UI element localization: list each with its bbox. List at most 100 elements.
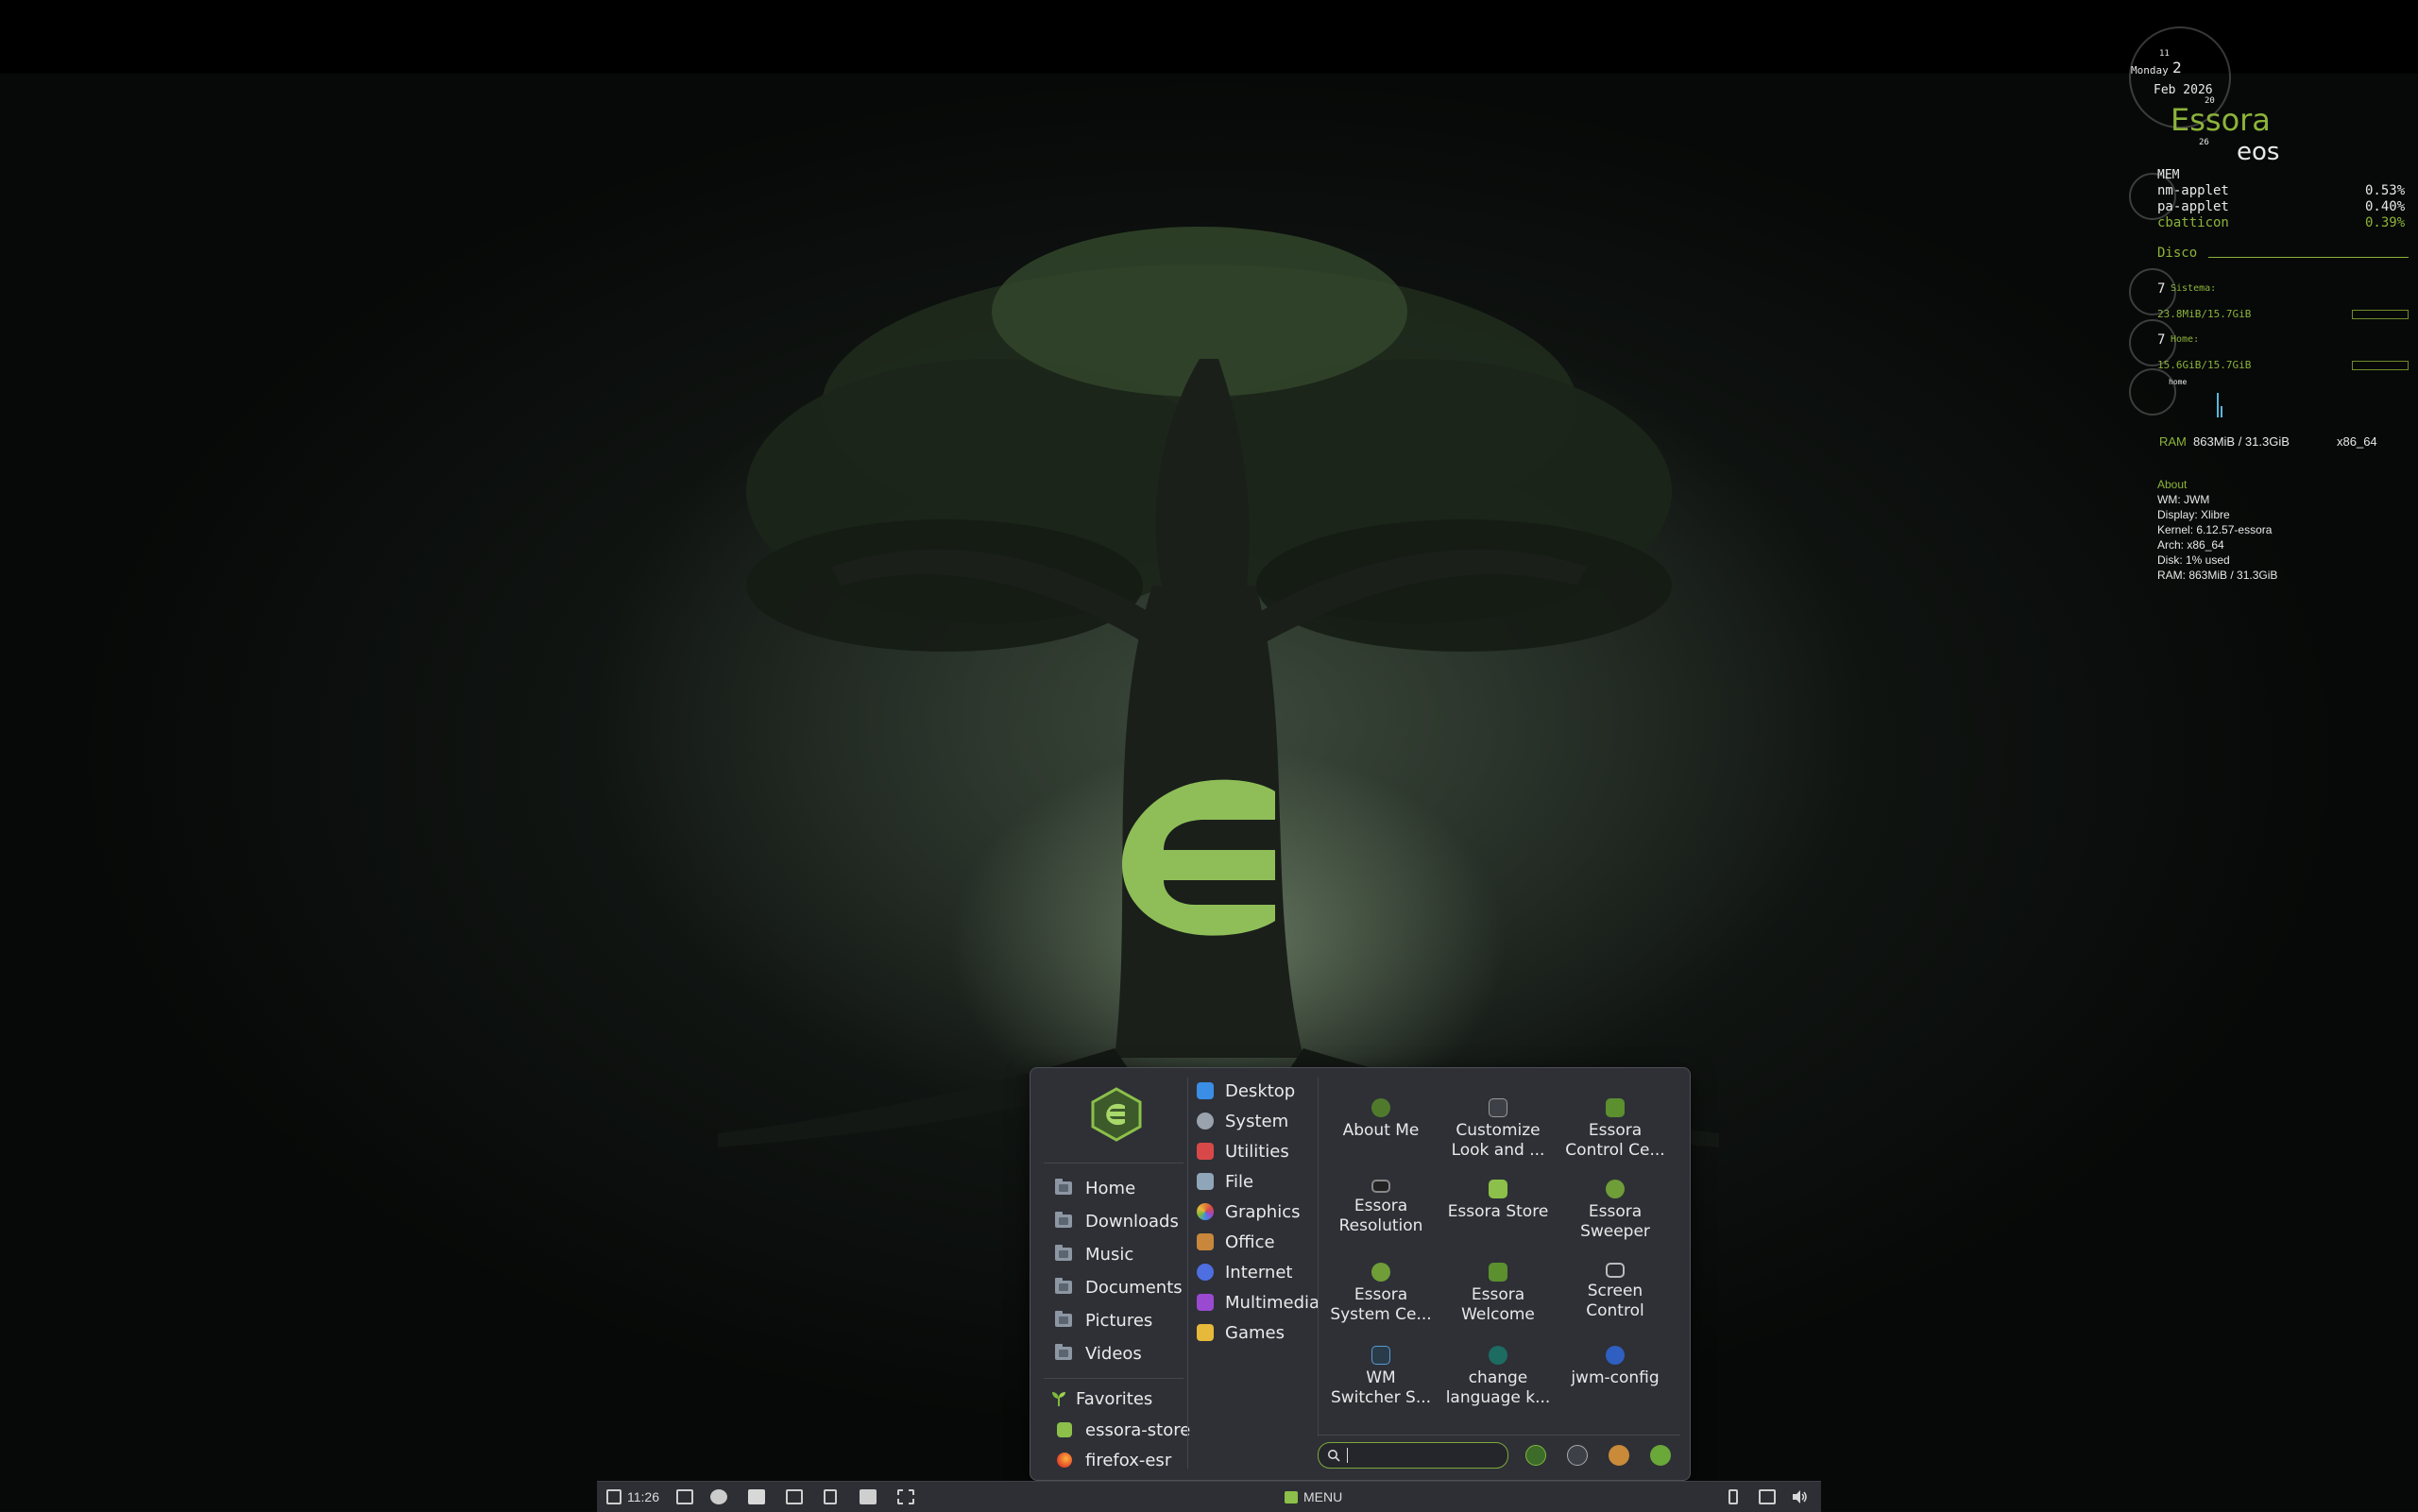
browser-icon xyxy=(710,1489,727,1504)
application-menu: Home Downloads Music Documents Pictures … xyxy=(1030,1067,1691,1481)
terminal-launcher[interactable] xyxy=(786,1486,803,1508)
app-about-me[interactable]: About Me xyxy=(1325,1098,1437,1141)
search-icon xyxy=(1328,1450,1340,1462)
app-essora-system-center[interactable]: Essora System Ce... xyxy=(1325,1263,1437,1325)
app-label: Customize xyxy=(1456,1121,1541,1140)
column-divider xyxy=(1187,1078,1188,1469)
app-customize-look[interactable]: Customize Look and ... xyxy=(1442,1098,1554,1161)
sistema-bar xyxy=(2352,310,2409,319)
volume-tray[interactable] xyxy=(1791,1486,1808,1508)
logout-shortcut-button[interactable] xyxy=(1650,1445,1671,1466)
menu-button[interactable]: MENU xyxy=(1285,1486,1342,1508)
calendar-clock-button[interactable]: 11:26 xyxy=(606,1486,659,1508)
process-name: cbatticon xyxy=(2157,215,2229,230)
terminal-icon xyxy=(786,1489,803,1504)
place-label: Downloads xyxy=(1085,1211,1179,1232)
terminal-shortcut-button[interactable] xyxy=(1525,1445,1546,1466)
internet-category-icon xyxy=(1197,1264,1214,1281)
favorites-divider xyxy=(1044,1378,1183,1379)
favorite-label: essora-store xyxy=(1085,1419,1191,1440)
app-label: Essora xyxy=(1588,1202,1643,1221)
favorite-firefox-esr[interactable]: firefox-esr xyxy=(1057,1447,1171,1473)
category-internet[interactable]: Internet xyxy=(1197,1259,1292,1285)
search-divider xyxy=(1318,1435,1680,1436)
favorites-header: Favorites xyxy=(1049,1385,1152,1412)
app-label: Essora Store xyxy=(1447,1202,1549,1221)
show-desktop-button[interactable] xyxy=(676,1486,693,1508)
folder-icon xyxy=(748,1489,765,1504)
sistema-value: 23.8MiB/15.7GiB xyxy=(2157,308,2252,320)
category-label: Multimedia xyxy=(1225,1292,1320,1313)
package-icon xyxy=(860,1489,877,1504)
favorite-label: firefox-esr xyxy=(1085,1450,1172,1470)
app-essora-sweeper[interactable]: Essora Sweeper xyxy=(1559,1180,1671,1242)
category-file[interactable]: File xyxy=(1197,1168,1253,1195)
app-label: WM xyxy=(1366,1368,1396,1387)
settings-shortcut-button[interactable] xyxy=(1567,1445,1588,1466)
run-launcher[interactable] xyxy=(897,1486,914,1508)
app-label: Resolution xyxy=(1338,1216,1423,1235)
category-graphics[interactable]: Graphics xyxy=(1197,1198,1301,1225)
battery-tray[interactable] xyxy=(1728,1486,1738,1508)
file-manager-launcher[interactable] xyxy=(748,1486,765,1508)
place-home[interactable]: Home xyxy=(1055,1174,1135,1202)
customize-look-icon xyxy=(1489,1098,1507,1117)
menu-search-field[interactable] xyxy=(1318,1442,1508,1469)
network-tray[interactable] xyxy=(1759,1486,1776,1508)
app-jwm-config[interactable]: jwm-config xyxy=(1559,1346,1671,1388)
sistema-label: Sistema: xyxy=(2171,283,2217,294)
games-category-icon xyxy=(1197,1324,1214,1341)
category-label: Office xyxy=(1225,1232,1275,1252)
about-title: About xyxy=(2157,478,2188,491)
app-screen-control[interactable]: Screen Control xyxy=(1559,1263,1671,1321)
place-downloads[interactable]: Downloads xyxy=(1055,1207,1179,1235)
clock-month-year: Feb 2026 xyxy=(2154,83,2213,97)
essora-menu-logo-icon[interactable] xyxy=(1089,1087,1144,1142)
category-games[interactable]: Games xyxy=(1197,1319,1285,1346)
essora-control-center-icon xyxy=(1606,1098,1625,1117)
category-utilities[interactable]: Utilities xyxy=(1197,1138,1289,1164)
category-label: Games xyxy=(1225,1322,1285,1343)
home-folder-icon xyxy=(1055,1179,1072,1195)
browser-launcher[interactable] xyxy=(710,1486,727,1508)
home-bar xyxy=(2352,361,2409,370)
office-category-icon xyxy=(1197,1233,1214,1250)
home-label: Home: xyxy=(2171,334,2200,345)
favorite-essora-store[interactable]: essora-store xyxy=(1057,1417,1190,1443)
system-category-icon xyxy=(1197,1113,1214,1130)
place-music[interactable]: Music xyxy=(1055,1240,1133,1268)
text-editor-launcher[interactable] xyxy=(824,1486,837,1508)
place-videos[interactable]: Videos xyxy=(1055,1339,1142,1368)
app-label: About Me xyxy=(1342,1121,1420,1140)
lock-shortcut-button[interactable] xyxy=(1609,1445,1629,1466)
app-essora-welcome[interactable]: Essora Welcome xyxy=(1442,1263,1554,1325)
category-label: Desktop xyxy=(1225,1080,1296,1101)
package-launcher[interactable] xyxy=(860,1486,877,1508)
category-system[interactable]: System xyxy=(1197,1108,1288,1134)
process-name: pa-applet xyxy=(2157,199,2229,214)
about-line: WM: JWM xyxy=(2157,493,2210,506)
category-desktop[interactable]: Desktop xyxy=(1197,1078,1295,1104)
desktop-category-icon xyxy=(1197,1082,1214,1099)
place-pictures[interactable]: Pictures xyxy=(1055,1306,1152,1334)
net-spike xyxy=(2217,393,2219,417)
app-label: Essora xyxy=(1354,1197,1408,1215)
app-change-language[interactable]: change language k... xyxy=(1442,1346,1554,1408)
place-documents[interactable]: Documents xyxy=(1055,1273,1183,1301)
app-essora-control-center[interactable]: Essora Control Ce... xyxy=(1559,1098,1671,1161)
category-office[interactable]: Office xyxy=(1197,1229,1275,1255)
multimedia-category-icon xyxy=(1197,1294,1214,1311)
clock-day: Monday xyxy=(2131,64,2169,76)
essora-store-icon xyxy=(1057,1422,1072,1437)
run-icon xyxy=(897,1489,914,1504)
category-multimedia[interactable]: Multimedia xyxy=(1197,1289,1320,1316)
about-me-icon xyxy=(1371,1098,1390,1117)
app-essora-resolution[interactable]: Essora Resolution xyxy=(1325,1180,1437,1236)
app-essora-store[interactable]: Essora Store xyxy=(1442,1180,1554,1222)
app-label: Switcher S... xyxy=(1330,1388,1432,1407)
app-wm-switcher[interactable]: WM Switcher S... xyxy=(1325,1346,1437,1408)
about-line: Disk: 1% used xyxy=(2157,553,2230,567)
about-line: Kernel: 6.12.57-essora xyxy=(2157,523,2273,536)
downloads-folder-icon xyxy=(1055,1212,1072,1228)
disk-title-line xyxy=(2208,257,2409,258)
